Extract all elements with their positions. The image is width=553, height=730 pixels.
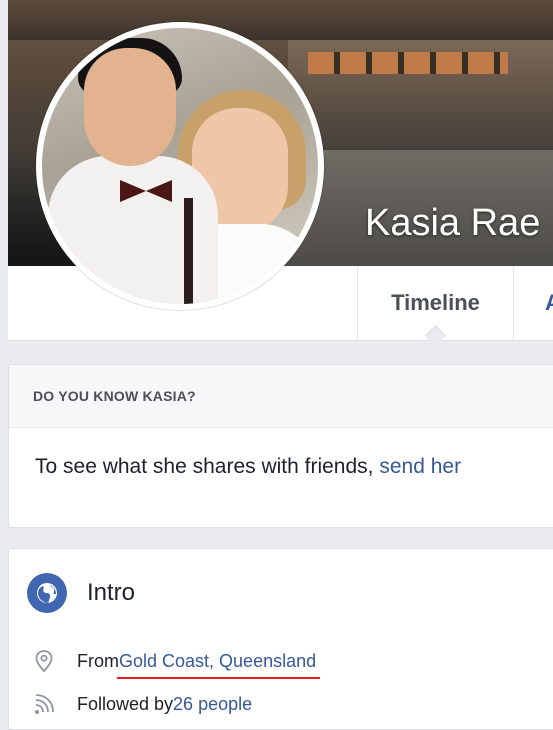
globe-icon <box>27 573 67 613</box>
cover-roof <box>8 0 553 40</box>
hometown-row: From Gold Coast, Queensland <box>33 649 321 679</box>
tab-about[interactable]: A <box>545 266 553 340</box>
rss-icon <box>33 692 55 716</box>
followers-link[interactable]: 26 people <box>173 694 252 715</box>
photo-shape <box>120 180 146 202</box>
followed-by-label: Followed by <box>77 693 174 714</box>
photo-shape <box>146 180 172 202</box>
profile-photo <box>42 28 318 304</box>
do-you-know-message: To see what she shares with friends, <box>35 455 380 478</box>
tab-divider <box>513 266 514 340</box>
followers-row: Followed by 26 people <box>33 692 252 716</box>
send-friend-request-link[interactable]: send her <box>379 455 461 478</box>
intro-card: Intro From Gold Coast, Queensland Follow… <box>8 548 553 730</box>
do-you-know-card: DO YOU KNOW KASIA? To see what she share… <box>8 364 553 528</box>
from-label: From <box>77 650 119 671</box>
hometown-link[interactable]: Gold Coast, Queensland <box>116 651 321 679</box>
do-you-know-text: To see what she shares with friends, sen… <box>35 455 461 479</box>
location-pin-icon <box>33 649 55 673</box>
profile-name[interactable]: Kasia Rae <box>365 202 540 245</box>
profile-picture[interactable] <box>36 22 324 310</box>
do-you-know-header: DO YOU KNOW KASIA? <box>9 365 553 428</box>
intro-title: Intro <box>87 579 136 606</box>
photo-shape <box>84 48 176 166</box>
cover-windows <box>308 52 508 74</box>
photo-shape <box>184 198 193 304</box>
